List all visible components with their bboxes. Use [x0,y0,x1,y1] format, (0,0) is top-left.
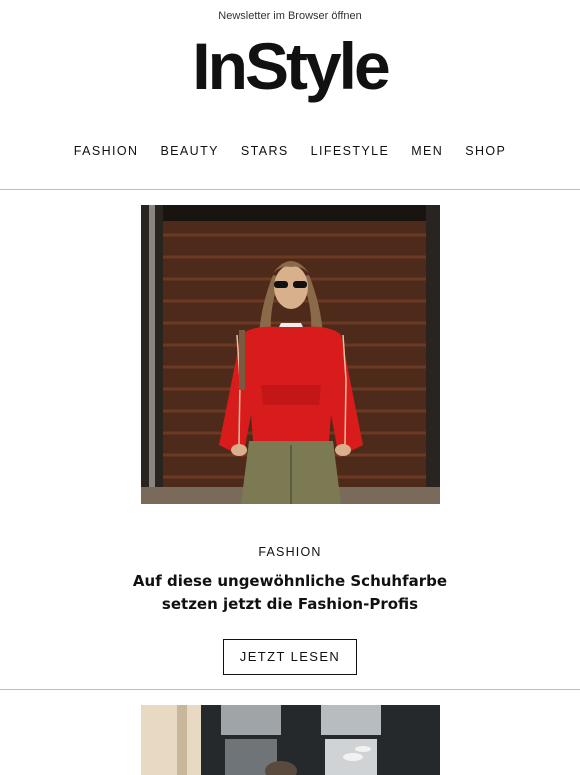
nav-item-shop[interactable]: SHOP [465,141,506,161]
section-divider [0,689,580,690]
headline-line-1: Auf diese ungewöhnliche Schuhfarbe [132,572,448,590]
article-hero-image[interactable] [140,205,440,504]
headline-line-2: setzen jetzt die Fashion-Profis [161,595,419,613]
article-headline[interactable]: Auf diese ungewöhnliche Schuhfarbe setze… [130,570,450,616]
nav-item-fashion[interactable]: FASHION [74,141,139,161]
nav-item-beauty[interactable]: BEAUTY [160,141,218,161]
nav-item-stars[interactable]: STARS [241,141,289,161]
nav-item-men[interactable]: MEN [411,141,443,161]
nav-item-lifestyle[interactable]: LIFESTYLE [311,141,390,161]
logo-text: InStyle [192,39,389,103]
read-now-button[interactable]: JETZT LESEN [222,639,358,675]
article-category: FASHION [258,545,322,559]
next-article-image[interactable] [140,705,440,775]
instyle-logo[interactable]: InStyle [0,39,580,109]
open-in-browser-link[interactable]: Newsletter im Browser öffnen [218,10,361,22]
main-nav: FASHION BEAUTY STARS LIFESTYLE MEN SHOP [0,141,580,161]
header-divider [0,189,580,190]
